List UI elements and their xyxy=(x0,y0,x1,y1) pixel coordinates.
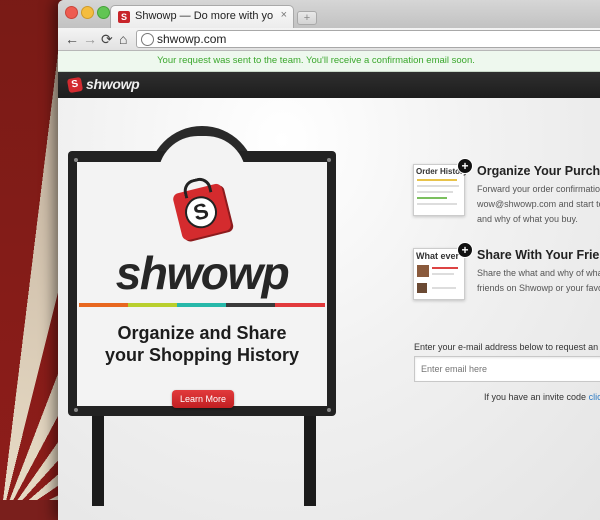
bolt-icon xyxy=(74,408,78,412)
address-bar[interactable]: shwowp.com xyxy=(136,30,600,48)
tab-title: Shwowp — Do more with yo xyxy=(135,10,274,22)
sign-headline: Organize and Share your Shopping History xyxy=(77,322,327,366)
feature-desc-line: wow@shwowp.com and start to xyxy=(477,199,600,209)
tab-shwowp[interactable]: S Shwowp — Do more with yo × xyxy=(110,5,294,28)
thumbnail-line xyxy=(432,273,454,275)
invite-code-text: If you have an invite code clic xyxy=(484,392,600,402)
feature-title: Organize Your Purchas xyxy=(477,164,600,178)
site-header: S shwowp xyxy=(58,72,600,98)
back-icon[interactable]: ← xyxy=(65,29,79,49)
thumbnail-image xyxy=(417,283,427,293)
headline-line-1: Organize and Share xyxy=(117,323,287,343)
browser-toolbar: ← → ⟳ ⌂ shwowp.com xyxy=(58,28,600,51)
bolt-icon xyxy=(327,408,331,412)
browser-window: S Shwowp — Do more with yo × + ← → ⟳ ⌂ s… xyxy=(58,0,600,520)
minimize-window-button[interactable] xyxy=(81,6,94,19)
close-window-button[interactable] xyxy=(65,6,78,19)
favicon-icon: S xyxy=(118,11,130,23)
plus-icon[interactable]: + xyxy=(457,158,473,174)
invite-label: Enter your e-mail address below to reque… xyxy=(414,342,600,352)
globe-icon xyxy=(141,33,154,46)
invite-code-prompt: If you have an invite code xyxy=(484,392,589,402)
confirmation-notice: Your request was sent to the team. You'l… xyxy=(58,51,600,72)
headline-line-2: your Shopping History xyxy=(104,345,299,365)
zoom-window-button[interactable] xyxy=(97,6,110,19)
url-text: shwowp.com xyxy=(157,32,227,46)
bolt-icon xyxy=(327,158,331,162)
thumbnail-image xyxy=(417,265,429,277)
new-tab-button[interactable]: + xyxy=(297,11,317,25)
signboard: S shwowp Organize and Share your Shoppin… xyxy=(66,126,338,506)
color-stripe-lime xyxy=(128,303,177,307)
feature-desc-line: and why of what you buy. xyxy=(477,214,578,224)
shopping-bag-logo-icon: S xyxy=(171,175,233,242)
thumbnail-line xyxy=(417,185,459,187)
invite-code-link[interactable]: clic xyxy=(589,392,600,402)
feature-desc-line: Share the what and why of what xyxy=(477,268,600,278)
feature-desc-line: Forward your order confirmation xyxy=(477,184,600,194)
shwowp-logo-icon[interactable]: S xyxy=(66,76,84,94)
learn-more-button[interactable]: Learn More xyxy=(172,390,234,408)
feature-desc-line: friends on Shwowp or your favo xyxy=(477,283,600,293)
sign-post-right xyxy=(304,406,316,506)
site-logo-text[interactable]: shwowp xyxy=(86,76,140,92)
tab-close-icon[interactable]: × xyxy=(281,9,287,21)
notice-text: Your request was sent to the team. You'l… xyxy=(157,55,475,66)
thumbnail-line xyxy=(432,267,458,269)
color-stripe-teal xyxy=(177,303,226,307)
order-history-thumbnail[interactable]: Order History xyxy=(413,164,468,216)
thumbnail-line xyxy=(432,287,456,289)
thumbnail-title: What ever xyxy=(416,251,460,261)
reload-icon[interactable]: ⟳ xyxy=(101,29,113,49)
thumbnail-line xyxy=(417,191,453,193)
bag-handle xyxy=(181,175,213,199)
thumbnail-line xyxy=(417,203,457,205)
whatever-thumbnail[interactable]: What ever xyxy=(413,248,465,300)
feature-description: Forward your order confirmation wow@shwo… xyxy=(477,182,600,227)
thumbnail-line xyxy=(417,179,457,181)
bag-letter: S xyxy=(181,192,221,232)
plus-icon[interactable]: + xyxy=(457,242,473,258)
sign-brand-name: shwowp xyxy=(115,247,290,299)
email-input[interactable] xyxy=(414,356,600,382)
color-stripe-dark xyxy=(226,303,275,307)
sign-panel: S shwowp Organize and Share your Shoppin… xyxy=(77,162,327,408)
color-stripe-red xyxy=(275,303,325,307)
forward-icon[interactable]: → xyxy=(83,29,97,49)
home-icon[interactable]: ⌂ xyxy=(119,29,127,49)
page-content: S shwowp Organize and Share your Shoppin… xyxy=(58,98,600,520)
color-stripe-orange xyxy=(79,303,128,307)
feature-description: Share the what and why of what friends o… xyxy=(477,266,600,296)
sign-post-left xyxy=(92,406,104,506)
feature-title: Share With Your Friend xyxy=(477,248,600,262)
tab-bar: S Shwowp — Do more with yo × + xyxy=(58,0,600,28)
thumbnail-line xyxy=(417,197,447,199)
